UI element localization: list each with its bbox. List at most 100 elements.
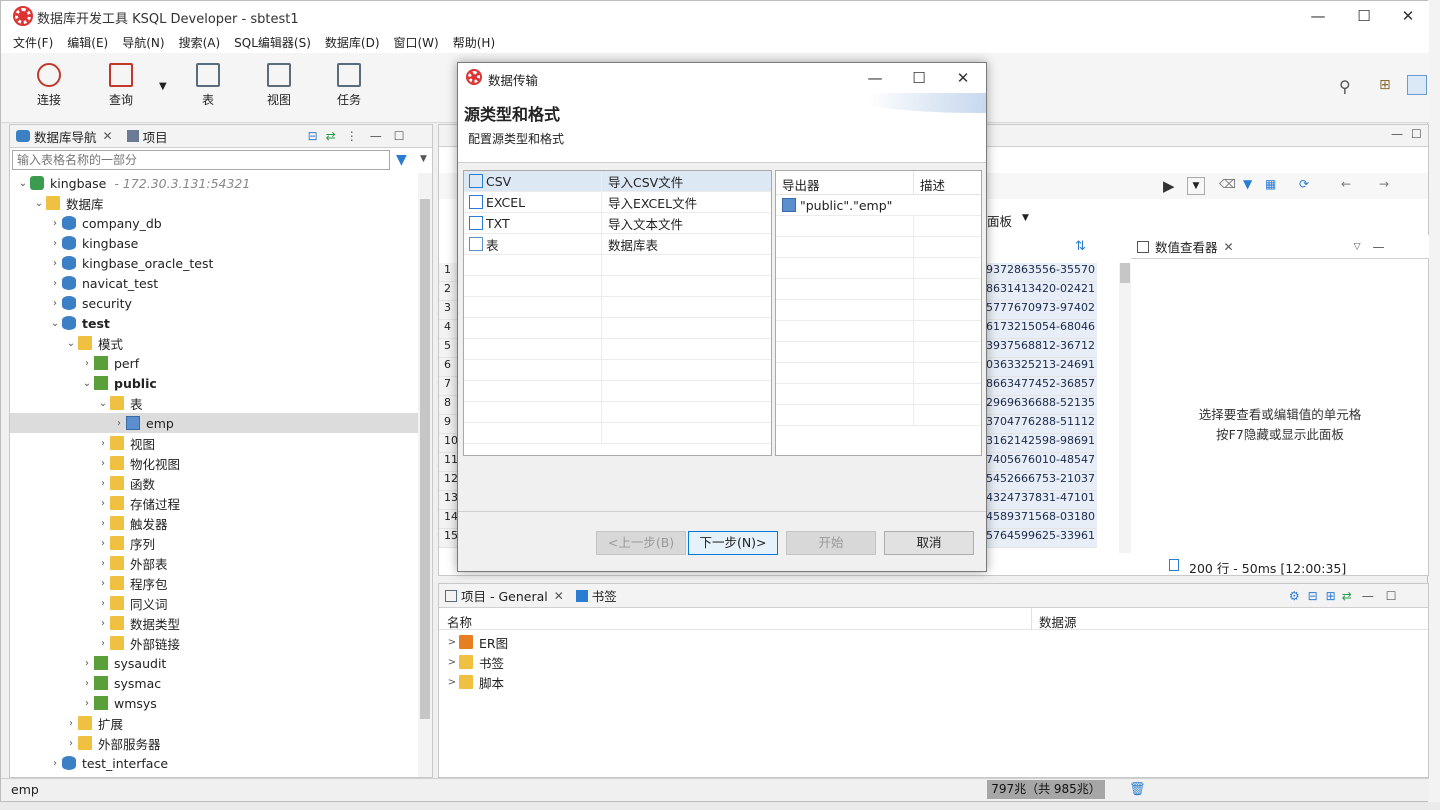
- chevron-right-icon[interactable]: ›: [96, 458, 110, 469]
- close-tab-icon[interactable]: ✕: [103, 129, 113, 143]
- collapse-icon[interactable]: ⊟: [1308, 589, 1318, 603]
- tree-node[interactable]: › 同义词: [10, 593, 418, 613]
- tab-project[interactable]: 项目: [143, 127, 168, 146]
- chevron-right-icon[interactable]: ›: [96, 598, 110, 609]
- tab-bookmarks[interactable]: 书签: [592, 586, 617, 605]
- chevron-down-icon[interactable]: ⌄: [96, 398, 110, 409]
- chevron-right-icon[interactable]: ›: [96, 498, 110, 509]
- expand-icon[interactable]: ⊞: [1326, 589, 1336, 603]
- row-number[interactable]: 10: [439, 434, 459, 453]
- chevron-right-icon[interactable]: ›: [96, 638, 110, 649]
- tree-node[interactable]: › 数据类型: [10, 613, 418, 633]
- chevron-right-icon[interactable]: ›: [48, 278, 62, 289]
- tree-node[interactable]: ⌄ 数据库: [10, 193, 418, 213]
- tree-node[interactable]: › 物化视图: [10, 453, 418, 473]
- tree-node[interactable]: › emp: [10, 413, 418, 433]
- tree-node[interactable]: › security: [10, 293, 418, 313]
- chevron-right-icon[interactable]: ›: [48, 218, 62, 229]
- navigator-scrollbar[interactable]: [418, 173, 432, 777]
- eraser-icon[interactable]: ⌫: [1219, 177, 1236, 191]
- chevron-right-icon[interactable]: ›: [96, 478, 110, 489]
- tree-node[interactable]: ⌄ test: [10, 313, 418, 333]
- tree-node[interactable]: › 外部链接: [10, 633, 418, 653]
- menu-search[interactable]: 搜索(A): [177, 32, 223, 53]
- chevron-right-icon[interactable]: ›: [64, 738, 78, 749]
- source-row[interactable]: TXT 导入文本文件: [464, 213, 771, 234]
- sync-icon[interactable]: ⇄: [1342, 589, 1352, 603]
- row-number[interactable]: 9: [439, 415, 459, 434]
- filter-icon[interactable]: ▼: [396, 152, 407, 168]
- row-number[interactable]: 5: [439, 339, 459, 358]
- chevron-right-icon[interactable]: ›: [48, 258, 62, 269]
- minimize-editor-icon[interactable]: —: [1391, 127, 1403, 141]
- exporter-row[interactable]: "public"."emp": [776, 195, 981, 216]
- chevron-down-icon[interactable]: ⌄: [32, 198, 46, 209]
- perspective-icon[interactable]: ⊞: [1379, 77, 1391, 93]
- row-number[interactable]: 11: [439, 453, 459, 472]
- sort-filter-icon[interactable]: ⇅: [1075, 239, 1086, 254]
- maximize-panel-icon[interactable]: ☐: [394, 129, 405, 143]
- back-icon[interactable]: ←: [1341, 177, 1351, 191]
- source-row[interactable]: EXCEL 导入EXCEL文件: [464, 192, 771, 213]
- perspective-active-icon[interactable]: [1407, 75, 1427, 95]
- query-dropdown-icon[interactable]: ▼: [159, 81, 167, 92]
- minimize-panel-icon[interactable]: —: [370, 129, 382, 143]
- row-number[interactable]: 2: [439, 282, 459, 301]
- menu-window[interactable]: 窗口(W): [392, 32, 441, 53]
- row-number[interactable]: 14: [439, 510, 459, 529]
- results-scrollbar[interactable]: [1119, 263, 1131, 553]
- tree-node[interactable]: › 序列: [10, 533, 418, 553]
- row-number[interactable]: 1: [439, 263, 459, 282]
- chevron-down-icon[interactable]: ⌄: [64, 338, 78, 349]
- row-number[interactable]: 12: [439, 472, 459, 491]
- chevron-right-icon[interactable]: ›: [96, 518, 110, 529]
- tree-node[interactable]: › test_interface: [10, 753, 418, 773]
- row-number[interactable]: 6: [439, 358, 459, 377]
- chevron-right-icon[interactable]: ›: [80, 658, 94, 669]
- tree-node[interactable]: › 函数: [10, 473, 418, 493]
- row-number[interactable]: 8: [439, 396, 459, 415]
- close-project-tab-icon[interactable]: ✕: [554, 589, 564, 603]
- results-grid-icon[interactable]: ▦: [1265, 177, 1276, 191]
- viewer-menu-icon[interactable]: ▽: [1354, 242, 1361, 252]
- source-row[interactable]: CSV 导入CSV文件: [464, 171, 771, 192]
- chevron-right-icon[interactable]: ›: [112, 418, 126, 429]
- dialog-close-icon[interactable]: ✕: [948, 67, 978, 89]
- column-name-header[interactable]: 名称: [447, 612, 472, 631]
- dialog-minimize-icon[interactable]: —: [860, 67, 890, 89]
- project-minimize-icon[interactable]: —: [1362, 589, 1374, 603]
- view-menu-icon[interactable]: ⋮: [346, 129, 358, 143]
- tab-database-navigator[interactable]: 数据库导航: [34, 127, 97, 146]
- memory-indicator[interactable]: 797兆（共 985兆）: [987, 780, 1105, 799]
- run-dropdown-icon[interactable]: ▼: [1187, 177, 1205, 195]
- connect-button[interactable]: 连接: [19, 63, 79, 113]
- panels-label[interactable]: 面板: [987, 211, 1012, 230]
- menu-navigate[interactable]: 导航(N): [120, 32, 166, 53]
- tree-node[interactable]: › navicat_test: [10, 273, 418, 293]
- chevron-right-icon[interactable]: ›: [96, 438, 110, 449]
- tab-value-viewer[interactable]: 数值查看器: [1155, 237, 1218, 256]
- tree-node[interactable]: › 触发器: [10, 513, 418, 533]
- maximize-icon[interactable]: ☐: [1349, 5, 1379, 27]
- tree-node[interactable]: ⌄ 表: [10, 393, 418, 413]
- tree-node[interactable]: › 视图: [10, 433, 418, 453]
- filter-results-icon[interactable]: ▼: [1243, 177, 1252, 191]
- menu-edit[interactable]: 编辑(E): [65, 32, 110, 53]
- project-item-bookmarks[interactable]: > 书签: [445, 652, 508, 672]
- chevron-down-icon[interactable]: ⌄: [48, 318, 62, 329]
- tree-node[interactable]: › sysaudit: [10, 653, 418, 673]
- chevron-right-icon[interactable]: ›: [80, 358, 94, 369]
- view-button[interactable]: 视图: [249, 63, 309, 113]
- project-maximize-icon[interactable]: ☐: [1386, 589, 1397, 603]
- menu-sql-editor[interactable]: SQL编辑器(S): [232, 32, 313, 53]
- chevron-right-icon[interactable]: ›: [48, 298, 62, 309]
- next-button[interactable]: 下一步(N)>: [688, 531, 778, 555]
- settings-gear-icon[interactable]: ⚙: [1289, 589, 1300, 603]
- tree-node[interactable]: › 存储过程: [10, 493, 418, 513]
- query-button[interactable]: 查询: [91, 63, 151, 113]
- row-number[interactable]: 4: [439, 320, 459, 339]
- forward-icon[interactable]: →: [1379, 177, 1389, 191]
- dialog-maximize-icon[interactable]: ☐: [904, 67, 934, 89]
- maximize-editor-icon[interactable]: ☐: [1411, 127, 1422, 141]
- task-button[interactable]: 任务: [319, 63, 379, 113]
